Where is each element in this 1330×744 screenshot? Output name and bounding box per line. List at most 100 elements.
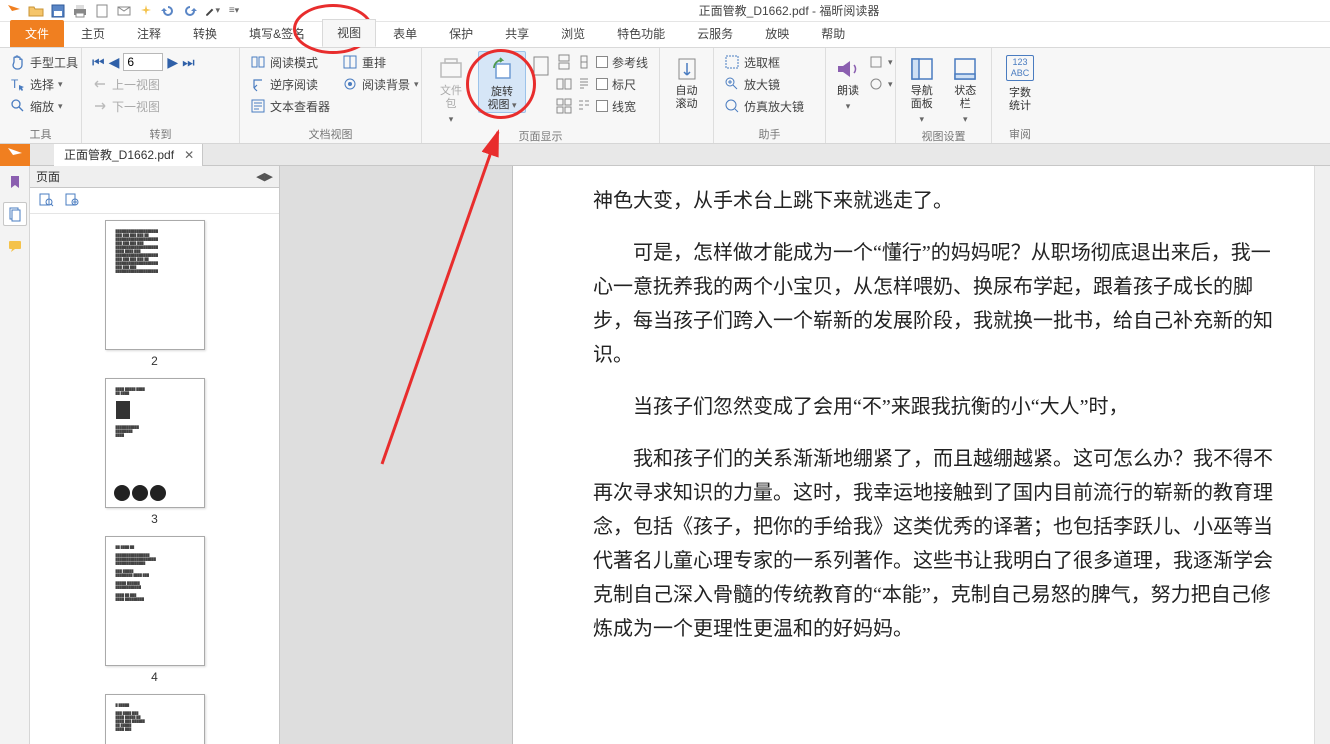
layout-alt1-button[interactable] bbox=[576, 73, 592, 95]
prev-view-button[interactable]: 上一视图 bbox=[88, 73, 199, 95]
thumbnail[interactable]: █ ████████ ████ ███████ █████ ██████ ███… bbox=[105, 694, 205, 744]
first-page-icon[interactable]: ⏮ bbox=[92, 54, 105, 71]
titlebar: ≡ 正面管教_D1662.pdf - 福昕阅读器 bbox=[0, 0, 1330, 22]
linewidth-checkbox[interactable]: 线宽 bbox=[596, 95, 648, 117]
file-package-label: 文件 包 bbox=[440, 85, 462, 111]
thumbnail[interactable]: ██ ████ ████████████████████████████████… bbox=[105, 536, 205, 666]
guide-checkbox[interactable]: 参考线 bbox=[596, 51, 648, 73]
marquee-button[interactable]: 选取框 bbox=[720, 51, 808, 73]
read-aloud-button[interactable]: 朗读 bbox=[832, 51, 864, 113]
tab-slideshow[interactable]: 放映 bbox=[750, 20, 804, 47]
reverse-read-button[interactable]: 逆序阅读 bbox=[246, 73, 334, 95]
thumbnail[interactable]: ████ █████ ██████ ██████████████████████… bbox=[105, 378, 205, 508]
file-package-button[interactable]: 文件 包 bbox=[428, 51, 474, 126]
select-button[interactable]: T 选择 bbox=[6, 73, 82, 95]
autoscroll-button[interactable]: 自动 滚动 bbox=[666, 51, 707, 111]
paragraph: 可是，怎样做才能成为一个“懂行”的妈妈呢？从职场彻底退出来后，我一心一意抚养我的… bbox=[593, 236, 1290, 372]
reflow-button[interactable]: 重排 bbox=[338, 51, 423, 73]
rotate-view-label: 旋转 视图 bbox=[487, 86, 516, 112]
sidetab-pages[interactable] bbox=[3, 202, 27, 226]
tab-annotate[interactable]: 注释 bbox=[122, 20, 176, 47]
tab-help[interactable]: 帮助 bbox=[806, 20, 860, 47]
open-icon[interactable] bbox=[28, 3, 44, 19]
layout-facing-cont-button[interactable] bbox=[556, 95, 572, 117]
layout-cover-button[interactable] bbox=[576, 51, 592, 73]
tab-cloud[interactable]: 云服务 bbox=[682, 20, 748, 47]
wordcount-button[interactable]: 123 ABC 字数 统计 bbox=[998, 51, 1042, 113]
panel-tool-1-icon[interactable] bbox=[38, 191, 54, 210]
thumbnail-panel: 页面 ◀▶ ███████████████████████ ███ ███ ██… bbox=[30, 166, 280, 744]
audio-opt1[interactable] bbox=[868, 51, 893, 73]
page-number-input[interactable] bbox=[123, 53, 163, 71]
tab-protect[interactable]: 保护 bbox=[434, 20, 488, 47]
svg-text:T: T bbox=[11, 77, 19, 91]
ruler-checkbox[interactable]: 标尺 bbox=[596, 73, 648, 95]
thumbnail[interactable]: ███████████████████████ ███ ███ ███ ████… bbox=[105, 220, 205, 350]
read-bg-button[interactable]: 阅读背景 bbox=[338, 73, 423, 95]
read-bg-label: 阅读背景 bbox=[362, 76, 410, 93]
tab-home[interactable]: 主页 bbox=[66, 20, 120, 47]
tab-form[interactable]: 表单 bbox=[378, 20, 432, 47]
close-tab-icon[interactable]: ✕ bbox=[184, 148, 194, 162]
panel-collapse-icon[interactable]: ◀▶ bbox=[256, 170, 273, 183]
thumb-label: 3 bbox=[151, 512, 158, 526]
side-tab-strip bbox=[0, 166, 30, 744]
next-view-label: 下一视图 bbox=[112, 98, 160, 115]
hand-tool-button[interactable]: 手型工具 bbox=[6, 51, 82, 73]
autoscroll-label: 自动 滚动 bbox=[676, 85, 698, 111]
redo-icon[interactable] bbox=[182, 3, 198, 19]
loupe-button[interactable]: 放大镜 bbox=[720, 73, 808, 95]
tab-file[interactable]: 文件 bbox=[10, 20, 64, 47]
tab-browse[interactable]: 浏览 bbox=[546, 20, 600, 47]
group-docview-label: 文档视图 bbox=[246, 124, 415, 142]
tab-view[interactable]: 视图 bbox=[322, 19, 376, 47]
magnifier-button[interactable]: 仿真放大镜 bbox=[720, 95, 808, 117]
tab-special[interactable]: 特色功能 bbox=[602, 20, 680, 47]
group-goto-label: 转到 bbox=[88, 124, 233, 142]
save-icon[interactable] bbox=[50, 3, 66, 19]
mail-icon[interactable] bbox=[116, 3, 132, 19]
next-view-button[interactable]: 下一视图 bbox=[88, 95, 199, 117]
hand-tool-label: 手型工具 bbox=[30, 54, 78, 71]
layout-continuous-button[interactable] bbox=[556, 51, 572, 73]
status-bar-label: 状态 栏 bbox=[954, 85, 976, 111]
group-tools-label: 工具 bbox=[6, 124, 75, 142]
new-icon[interactable] bbox=[94, 3, 110, 19]
panel-tool-2-icon[interactable] bbox=[64, 191, 80, 210]
document-tab[interactable]: 正面管教_D1662.pdf ✕ bbox=[54, 144, 203, 166]
ink-icon[interactable] bbox=[204, 3, 220, 19]
layout-facing-button[interactable] bbox=[556, 73, 572, 95]
qat-more[interactable]: ≡ bbox=[226, 3, 242, 19]
sidetab-comments[interactable] bbox=[3, 234, 27, 258]
tab-convert[interactable]: 转换 bbox=[178, 20, 232, 47]
document-page[interactable]: 神色大变，从手术台上跳下来就逃走了。 可是，怎样做才能成为一个“懂行”的妈妈呢？… bbox=[512, 166, 1330, 744]
vertical-scrollbar[interactable] bbox=[1314, 166, 1330, 744]
wordcount-label: 字数 统计 bbox=[1009, 87, 1031, 113]
audio-opt2[interactable] bbox=[868, 73, 893, 95]
prev-page-icon[interactable]: ◀ bbox=[109, 54, 120, 71]
foxit-logo-icon bbox=[6, 3, 22, 19]
read-mode-button[interactable]: 阅读模式 bbox=[246, 51, 334, 73]
layout-alt2-button[interactable] bbox=[576, 95, 592, 117]
next-page-icon[interactable]: ▶ bbox=[167, 54, 178, 71]
rotate-view-button[interactable]: 旋转 视图 bbox=[478, 51, 526, 113]
zoom-button[interactable]: 缩放 bbox=[6, 95, 82, 117]
sidetab-bookmark[interactable] bbox=[3, 170, 27, 194]
print-icon[interactable] bbox=[72, 3, 88, 19]
sparkle-icon[interactable] bbox=[138, 3, 154, 19]
thumb-label: 2 bbox=[151, 354, 158, 368]
tab-fill-sign[interactable]: 填写&签名 bbox=[234, 20, 320, 47]
layout-single-button[interactable] bbox=[530, 51, 552, 77]
document-tab-bar: 正面管教_D1662.pdf ✕ bbox=[0, 144, 1330, 166]
select-label: 选择 bbox=[30, 76, 54, 93]
last-page-icon[interactable]: ⏭ bbox=[182, 54, 195, 71]
paragraph: 神色大变，从手术台上跳下来就逃走了。 bbox=[593, 184, 1290, 218]
text-viewer-button[interactable]: 文本查看器 bbox=[246, 95, 334, 117]
group-review-label: 审阅 bbox=[998, 124, 1042, 142]
nav-panel-button[interactable]: 导航 面板 bbox=[902, 51, 942, 126]
panel-header: 页面 ◀▶ bbox=[30, 166, 279, 188]
group-page-display-label: 页面显示 bbox=[428, 126, 653, 144]
undo-icon[interactable] bbox=[160, 3, 176, 19]
status-bar-button[interactable]: 状态 栏 bbox=[946, 51, 986, 126]
tab-share[interactable]: 共享 bbox=[490, 20, 544, 47]
